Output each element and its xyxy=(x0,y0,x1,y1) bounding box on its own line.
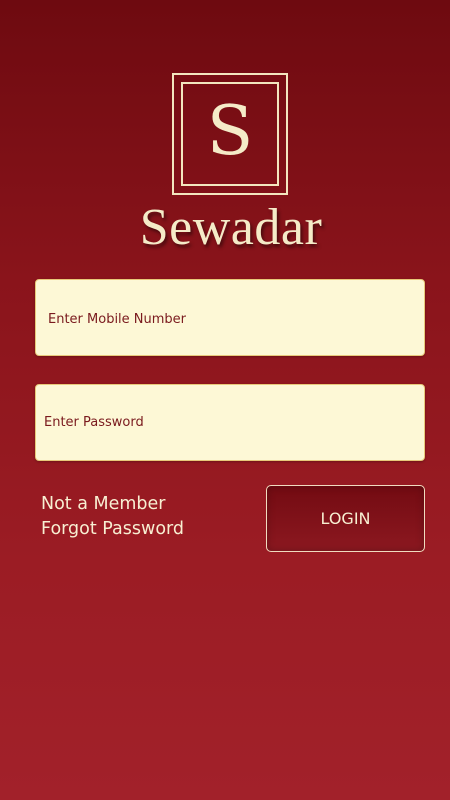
login-button[interactable]: LOGIN xyxy=(266,485,425,552)
app-title: Sewadar xyxy=(139,199,323,256)
mobile-number-field[interactable] xyxy=(35,279,425,356)
not-a-member-link[interactable]: Not a Member xyxy=(41,494,166,514)
logo-letter: S xyxy=(206,92,254,171)
logo-inner-frame: S xyxy=(181,82,279,186)
forgot-password-link[interactable]: Forgot Password xyxy=(41,519,184,539)
login-button-label: LOGIN xyxy=(320,509,371,528)
app-logo: S xyxy=(172,73,288,195)
password-field[interactable] xyxy=(35,384,425,461)
mobile-number-input[interactable] xyxy=(36,280,424,355)
password-input[interactable] xyxy=(36,385,424,460)
